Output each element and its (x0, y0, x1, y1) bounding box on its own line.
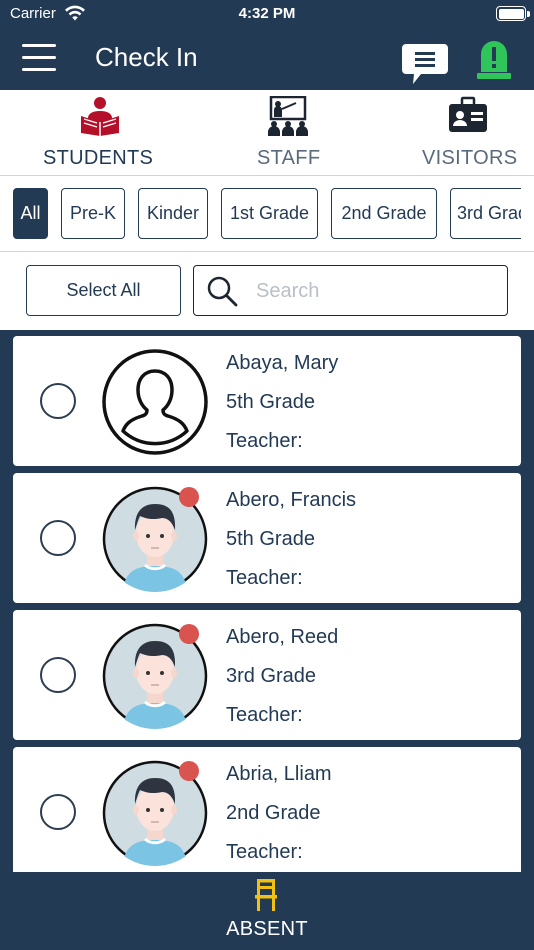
menu-icon[interactable] (22, 44, 56, 72)
student-name: Abria, Lliam (226, 763, 332, 785)
student-name: Abero, Francis (226, 489, 357, 511)
student-reading-icon (81, 97, 119, 136)
tab-staff[interactable]: STAFF (218, 90, 358, 176)
chair-icon (255, 879, 277, 911)
student-card[interactable]: Abero, Francis 5th Grade Teacher: (13, 473, 521, 603)
tab-bar: STUDENTS STAFF VISITORS (0, 90, 534, 176)
nav-bar: Check In (0, 28, 534, 90)
student-card[interactable]: Abero, Reed 3rd Grade Teacher: (13, 610, 521, 740)
status-badge (179, 761, 199, 781)
filter-chip-2nd-grade[interactable]: 2nd Grade (331, 188, 437, 239)
status-badge (179, 624, 199, 644)
student-grade: 5th Grade (226, 528, 315, 550)
emergency-alert-icon[interactable] (476, 38, 512, 82)
student-grade: 3rd Grade (226, 665, 317, 687)
select-all-button[interactable]: Select All (26, 265, 181, 316)
search-box[interactable] (193, 265, 508, 316)
page-title: Check In (95, 42, 198, 72)
default-avatar-icon (102, 349, 208, 455)
filter-chip-pre-k[interactable]: Pre-K (61, 188, 125, 239)
id-card-icon (449, 96, 487, 132)
absent-label: ABSENT (226, 918, 308, 940)
absent-button[interactable]: ABSENT (0, 872, 534, 950)
message-icon[interactable] (401, 42, 449, 86)
avatar[interactable] (102, 349, 208, 455)
tab-students-label: STUDENTS (43, 147, 154, 169)
filter-chip-1st-grade[interactable]: 1st Grade (221, 188, 318, 239)
student-grade: 5th Grade (226, 391, 315, 413)
student-teacher: Teacher: (226, 430, 303, 452)
student-name: Abero, Reed (226, 626, 339, 648)
status-badge (179, 487, 199, 507)
student-teacher: Teacher: (226, 841, 303, 863)
tab-visitors[interactable]: VISITORS (400, 90, 534, 176)
student-card[interactable]: Abria, Lliam 2nd Grade Teacher: (13, 747, 521, 872)
student-list[interactable]: Abaya, Mary 5th Grade Teacher: Abero, Fr… (0, 330, 534, 872)
search-toolbar: Select All (0, 252, 534, 330)
select-radio[interactable] (40, 657, 76, 693)
select-radio[interactable] (40, 383, 76, 419)
tab-students[interactable]: STUDENTS (0, 90, 200, 176)
search-input[interactable] (256, 274, 496, 308)
filter-chip-all[interactable]: All (13, 188, 48, 239)
filter-chip-kinder[interactable]: Kinder (138, 188, 208, 239)
tab-visitors-label: VISITORS (422, 147, 518, 169)
filter-chip-3rd-grade[interactable]: 3rd Grade (450, 188, 521, 239)
grade-filter-bar: All Pre-K Kinder 1st Grade 2nd Grade 3rd… (0, 176, 534, 252)
clock-time: 4:32 PM (238, 5, 296, 22)
student-grade: 2nd Grade (226, 802, 321, 824)
status-bar: Carrier 4:32 PM (0, 0, 534, 28)
teacher-classroom-icon (268, 96, 308, 136)
search-icon (207, 276, 238, 307)
tab-staff-label: STAFF (257, 147, 321, 169)
grade-filter-scroll[interactable]: All Pre-K Kinder 1st Grade 2nd Grade 3rd… (13, 188, 521, 240)
student-card[interactable]: Abaya, Mary 5th Grade Teacher: (13, 336, 521, 466)
student-teacher: Teacher: (226, 567, 303, 589)
student-teacher: Teacher: (226, 704, 303, 726)
select-radio[interactable] (40, 520, 76, 556)
student-name: Abaya, Mary (226, 352, 339, 374)
select-radio[interactable] (40, 794, 76, 830)
battery-icon (496, 6, 530, 21)
